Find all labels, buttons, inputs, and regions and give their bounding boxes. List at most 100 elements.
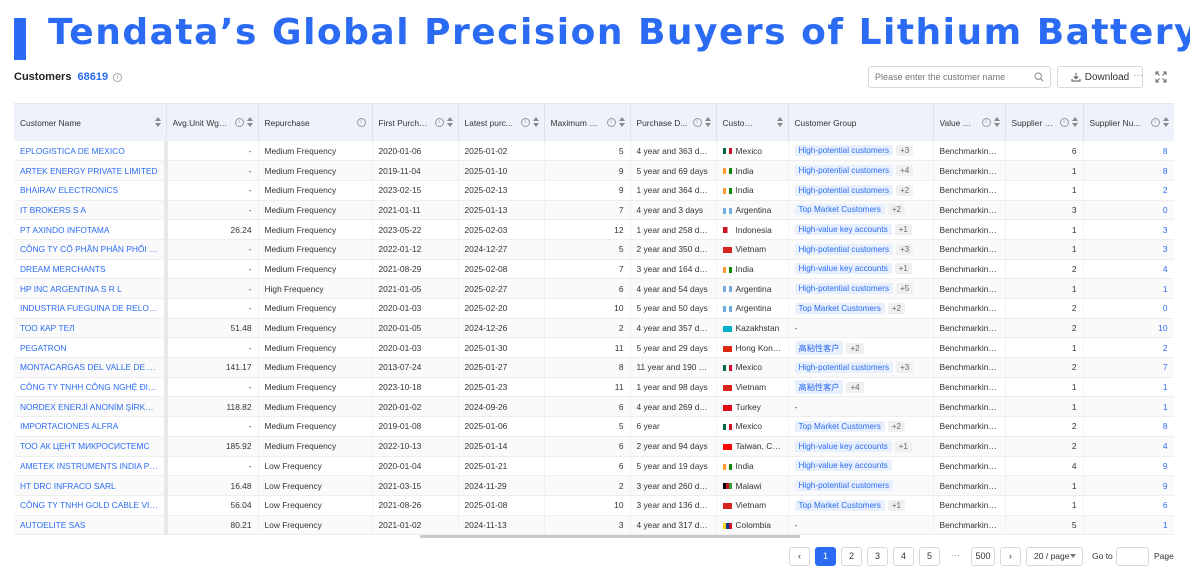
- search-input[interactable]: [875, 70, 1025, 84]
- customer-group-tag[interactable]: High-potential customers: [794, 184, 894, 196]
- supplier-number-link[interactable]: 1: [1083, 278, 1174, 299]
- table-row[interactable]: NORDEX ENERJİ ANONİM ŞİRKETİ 118.82 Medium…: [14, 396, 1174, 418]
- search-box[interactable]: [868, 66, 1051, 88]
- customer-name-link[interactable]: NORDEX ENERJİ ANONİM ŞİRKETİ: [14, 396, 168, 418]
- table-row[interactable]: DREAM MERCHANTS - Medium Frequency 2021-08-…: [14, 259, 1174, 280]
- customer-name-link[interactable]: ARTEK ENERGY PRIVATE LIMITED: [14, 160, 168, 181]
- table-row[interactable]: AUTOELITE SAS 80.21 Low Frequency 2021-01-0…: [14, 515, 1174, 536]
- supplier-number-link[interactable]: 1: [1083, 515, 1174, 536]
- customer-name-link[interactable]: ТОО АК ЦЕНТ МИКРОСИСТЕМС: [14, 436, 168, 457]
- column-header[interactable]: Supplier Nu... i: [1083, 104, 1174, 141]
- customer-group-more-tag[interactable]: +3: [896, 145, 914, 157]
- column-header[interactable]: Maximum D... i: [544, 104, 631, 141]
- page-button-4[interactable]: 4: [893, 547, 914, 566]
- customer-group-more-tag[interactable]: +1: [894, 440, 912, 452]
- customer-name-link[interactable]: DREAM MERCHANTS: [14, 259, 168, 280]
- info-icon[interactable]: i: [356, 118, 366, 127]
- customer-group-tag[interactable]: Top Market Customers: [794, 499, 885, 511]
- customer-group-tag[interactable]: High-potential customers: [794, 243, 894, 255]
- customer-group-more-tag[interactable]: +2: [896, 184, 914, 196]
- customer-name-link[interactable]: PEGATRON: [14, 337, 168, 359]
- customer-group-more-tag[interactable]: +5: [896, 283, 914, 295]
- table-row[interactable]: CÔNG TY CỔ PHẦN PHÂN PHỐI CÔNG... - Medium…: [14, 239, 1174, 260]
- customer-name-link[interactable]: BHAIRAV ELECTRONICS: [14, 180, 168, 201]
- page-button-3[interactable]: 3: [867, 547, 888, 566]
- supplier-number-link[interactable]: 7: [1083, 357, 1174, 378]
- supplier-number-link[interactable]: 8: [1083, 416, 1174, 437]
- table-row[interactable]: INDUSTRIA FUEGUINA DE RELOJERIA... - Mediu…: [14, 298, 1174, 319]
- customer-group-tag[interactable]: Top Market Customers: [794, 420, 885, 432]
- column-header[interactable]: Customer Name: [14, 104, 167, 141]
- customer-name-link[interactable]: HT DRC INFRACO SARL: [14, 475, 168, 496]
- info-icon[interactable]: i: [606, 118, 616, 127]
- table-row[interactable]: BHAIRAV ELECTRONICS - Medium Frequency 2023…: [14, 180, 1174, 201]
- customer-group-tag[interactable]: High-value key accounts: [794, 460, 892, 472]
- customer-name-link[interactable]: ТОО КАР ТЕЛ: [14, 318, 168, 339]
- table-row[interactable]: IT BROKERS S A - Medium Frequency 2021-01-1…: [14, 200, 1174, 221]
- supplier-number-link[interactable]: 6: [1083, 495, 1174, 516]
- supplier-number-link[interactable]: 0: [1083, 298, 1174, 319]
- supplier-number-link[interactable]: 3: [1083, 219, 1174, 240]
- sort-icon[interactable]: [246, 117, 253, 127]
- customer-group-more-tag[interactable]: +3: [896, 243, 914, 255]
- customer-name-link[interactable]: AMETEK INSTRUMENTS INDIA PVT LTD: [14, 456, 168, 477]
- supplier-number-link[interactable]: 8: [1083, 160, 1174, 181]
- customer-group-tag[interactable]: High-potential customers: [794, 361, 894, 373]
- supplier-number-link[interactable]: 3: [1083, 239, 1174, 260]
- table-row[interactable]: PT AXINDO INFOTAMA 26.24 Medium Frequency 2…: [14, 219, 1174, 240]
- table-row[interactable]: MONTACARGAS DEL VALLE DE MEXICO 141.17 Med…: [14, 357, 1174, 378]
- supplier-number-link[interactable]: 2: [1083, 337, 1174, 359]
- customer-group-tag[interactable]: Top Market Customers: [794, 302, 885, 314]
- customer-group-more-tag[interactable]: +4: [846, 382, 864, 394]
- customer-name-link[interactable]: CÔNG TY CỔ PHẦN PHÂN PHỐI CÔNG...: [14, 239, 168, 260]
- supplier-number-link[interactable]: 10: [1083, 318, 1174, 339]
- customer-group-tag[interactable]: Top Market Customers: [794, 204, 885, 216]
- supplier-number-link[interactable]: 9: [1083, 456, 1174, 477]
- page-button-5[interactable]: 5: [919, 547, 940, 566]
- info-icon[interactable]: i: [1059, 118, 1069, 127]
- table-row[interactable]: CÔNG TY TNHH CÔNG NGHỆ ĐIỆN LO... - Medium…: [14, 377, 1174, 398]
- column-header[interactable]: Value Strat... i: [933, 104, 1006, 141]
- customer-group-more-tag[interactable]: +3: [896, 361, 914, 373]
- customer-group-more-tag[interactable]: +1: [894, 263, 912, 275]
- customer-name-link[interactable]: AUTOELITE SAS: [14, 515, 168, 536]
- table-row[interactable]: IMPORTACIONES ALFRA - Medium Frequency 2019…: [14, 416, 1174, 437]
- table-row[interactable]: HT DRC INFRACO SARL 16.48 Low Frequency 202…: [14, 475, 1174, 496]
- customer-group-more-tag[interactable]: +2: [887, 302, 905, 314]
- column-header[interactable]: Avg.Unit Wgt ... i: [166, 104, 259, 141]
- customer-group-tag[interactable]: High-value key accounts: [794, 440, 892, 452]
- customer-group-tag[interactable]: High-potential customers: [794, 283, 894, 295]
- customer-name-link[interactable]: HP INC ARGENTINA S R L: [14, 278, 168, 299]
- prev-page-button[interactable]: ‹: [789, 547, 810, 566]
- customer-name-link[interactable]: EPLOGISTICA DE MEXICO: [14, 141, 168, 162]
- supplier-number-link[interactable]: 1: [1083, 377, 1174, 398]
- customer-name-link[interactable]: PT AXINDO INFOTAMA: [14, 219, 168, 240]
- customer-group-tag[interactable]: High-potential customers: [794, 145, 894, 157]
- table-row[interactable]: ARTEK ENERGY PRIVATE LIMITED - Medium Freq…: [14, 160, 1174, 181]
- info-icon[interactable]: i: [1150, 118, 1160, 127]
- info-icon[interactable]: i: [434, 118, 444, 127]
- customer-name-link[interactable]: CÔNG TY TNHH GOLD CABLE VIỆT NA...: [14, 495, 168, 516]
- supplier-number-link[interactable]: 4: [1083, 259, 1174, 280]
- info-icon[interactable]: i: [692, 118, 702, 127]
- info-icon[interactable]: i: [520, 118, 530, 127]
- search-icon[interactable]: [1034, 72, 1044, 82]
- info-icon[interactable]: i: [234, 118, 244, 127]
- customer-group-more-tag[interactable]: +2: [846, 342, 864, 354]
- customer-group-tag[interactable]: High-potential customers: [794, 480, 894, 492]
- column-header[interactable]: Repurchase i: [258, 104, 373, 141]
- table-row[interactable]: AMETEK INSTRUMENTS INDIA PVT LTD - Low Fre…: [14, 456, 1174, 477]
- customer-name-link[interactable]: CÔNG TY TNHH CÔNG NGHỆ ĐIỆN LO...: [14, 377, 168, 398]
- page-ellipsis[interactable]: ···: [945, 547, 966, 566]
- column-header[interactable]: Customer L...: [716, 104, 789, 141]
- sort-icon[interactable]: [154, 117, 161, 127]
- sort-icon[interactable]: [704, 117, 711, 127]
- last-page-button[interactable]: 500: [971, 547, 995, 566]
- table-row[interactable]: ТОО АК ЦЕНТ МИКРОСИСТЕМС 185.92 Medium Fre…: [14, 436, 1174, 457]
- sort-icon[interactable]: [446, 117, 453, 127]
- table-row[interactable]: PEGATRON - Medium Frequency 2020-01-03 2025-…: [14, 337, 1174, 359]
- sort-icon[interactable]: [532, 117, 539, 127]
- info-icon[interactable]: i: [981, 118, 991, 127]
- info-icon[interactable]: i: [113, 72, 123, 82]
- supplier-number-link[interactable]: 8: [1083, 141, 1174, 162]
